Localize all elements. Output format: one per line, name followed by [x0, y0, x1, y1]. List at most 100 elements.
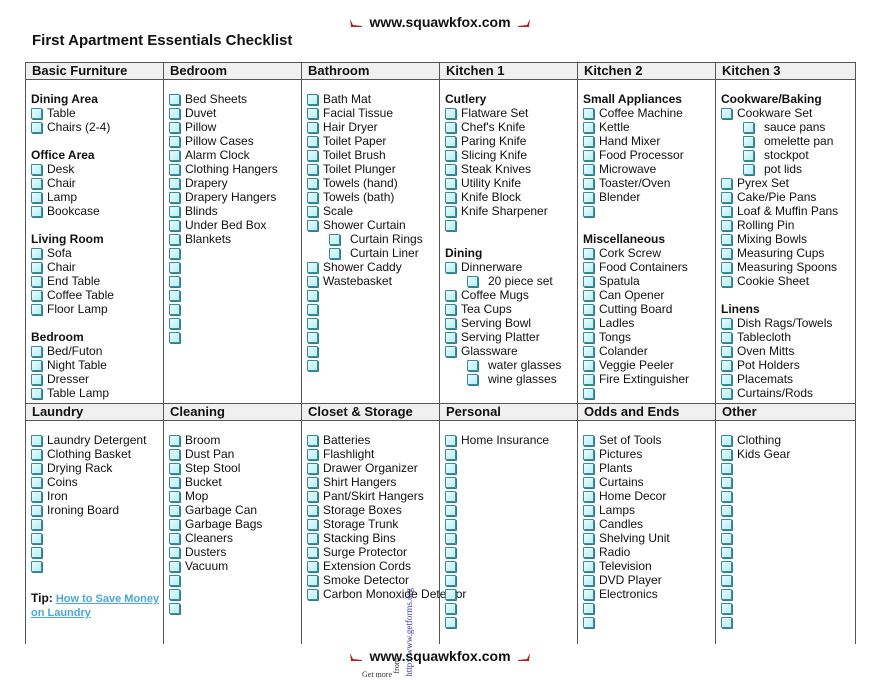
checkbox-icon[interactable]: [583, 191, 594, 203]
checkbox-icon[interactable]: [307, 546, 318, 558]
checklist-item[interactable]: Kettle: [583, 120, 715, 134]
checkbox-icon[interactable]: [307, 317, 318, 329]
checkbox-icon[interactable]: [721, 434, 732, 446]
checklist-item[interactable]: Pyrex Set: [721, 176, 855, 190]
checkbox-icon[interactable]: [169, 247, 180, 259]
checklist-item[interactable]: [721, 461, 855, 475]
checkbox-icon[interactable]: [31, 434, 42, 446]
checklist-item[interactable]: Tea Cups: [445, 302, 577, 316]
checkbox-icon[interactable]: [169, 490, 180, 502]
checkbox-icon[interactable]: [743, 121, 754, 133]
checkbox-icon[interactable]: [583, 163, 594, 175]
checkbox-icon[interactable]: [169, 560, 180, 572]
checkbox-icon[interactable]: [31, 191, 42, 203]
checklist-item[interactable]: Paring Knife: [445, 134, 577, 148]
checklist-item[interactable]: Tablecloth: [721, 330, 855, 344]
checkbox-icon[interactable]: [307, 462, 318, 474]
checklist-item[interactable]: Night Table: [31, 358, 163, 372]
checkbox-icon[interactable]: [169, 261, 180, 273]
checkbox-icon[interactable]: [31, 205, 42, 217]
checkbox-icon[interactable]: [583, 303, 594, 315]
checklist-item[interactable]: [721, 601, 855, 615]
checklist-item[interactable]: Bucket: [169, 475, 301, 489]
checkbox-icon[interactable]: [169, 317, 180, 329]
checklist-item[interactable]: Extension Cords: [307, 559, 439, 573]
checklist-item[interactable]: Batteries: [307, 433, 439, 447]
checkbox-icon[interactable]: [445, 588, 456, 600]
checklist-item[interactable]: Kids Gear: [721, 447, 855, 461]
checklist-item[interactable]: [445, 601, 577, 615]
checkbox-icon[interactable]: [445, 317, 456, 329]
checklist-item[interactable]: Alarm Clock: [169, 148, 301, 162]
checkbox-icon[interactable]: [721, 247, 732, 259]
checkbox-icon[interactable]: [743, 149, 754, 161]
checklist-item[interactable]: Cork Screw: [583, 246, 715, 260]
checkbox-icon[interactable]: [445, 149, 456, 161]
checklist-item[interactable]: [721, 517, 855, 531]
checkbox-icon[interactable]: [307, 121, 318, 133]
checkbox-icon[interactable]: [169, 219, 180, 231]
checklist-item[interactable]: Chef's Knife: [445, 120, 577, 134]
checklist-item[interactable]: Shower Curtain: [307, 218, 439, 232]
checklist-item[interactable]: Pillow Cases: [169, 134, 301, 148]
checklist-item[interactable]: [445, 218, 577, 232]
checkbox-icon[interactable]: [169, 588, 180, 600]
checkbox-icon[interactable]: [721, 476, 732, 488]
checklist-item[interactable]: Hair Dryer: [307, 120, 439, 134]
checklist-item[interactable]: Duvet: [169, 106, 301, 120]
checklist-item[interactable]: Towels (bath): [307, 190, 439, 204]
checkbox-icon[interactable]: [31, 177, 42, 189]
checklist-item[interactable]: wine glasses: [445, 372, 577, 386]
checklist-item[interactable]: [169, 260, 301, 274]
checkbox-icon[interactable]: [445, 518, 456, 530]
checkbox-icon[interactable]: [445, 462, 456, 474]
checklist-item[interactable]: Pant/Skirt Hangers: [307, 489, 439, 503]
checkbox-icon[interactable]: [583, 275, 594, 287]
checkbox-icon[interactable]: [445, 289, 456, 301]
checkbox-icon[interactable]: [307, 518, 318, 530]
checkbox-icon[interactable]: [169, 135, 180, 147]
checkbox-icon[interactable]: [583, 317, 594, 329]
checklist-item[interactable]: Shirt Hangers: [307, 475, 439, 489]
checkbox-icon[interactable]: [307, 205, 318, 217]
checkbox-icon[interactable]: [583, 560, 594, 572]
checklist-item[interactable]: [169, 274, 301, 288]
checkbox-icon[interactable]: [721, 574, 732, 586]
checklist-item[interactable]: Serving Platter: [445, 330, 577, 344]
checklist-item[interactable]: [445, 489, 577, 503]
checkbox-icon[interactable]: [31, 546, 42, 558]
checklist-item[interactable]: Floor Lamp: [31, 302, 163, 316]
checklist-item[interactable]: Coffee Machine: [583, 106, 715, 120]
checkbox-icon[interactable]: [445, 107, 456, 119]
checklist-item[interactable]: Coins: [31, 475, 163, 489]
checkbox-icon[interactable]: [31, 448, 42, 460]
checklist-item[interactable]: [445, 615, 577, 629]
checklist-item[interactable]: Colander: [583, 344, 715, 358]
checkbox-icon[interactable]: [31, 275, 42, 287]
checklist-item[interactable]: Sofa: [31, 246, 163, 260]
checkbox-icon[interactable]: [583, 177, 594, 189]
checkbox-icon[interactable]: [721, 616, 732, 628]
checklist-item[interactable]: Ladles: [583, 316, 715, 330]
checkbox-icon[interactable]: [169, 434, 180, 446]
checklist-item[interactable]: End Table: [31, 274, 163, 288]
checkbox-icon[interactable]: [583, 602, 594, 614]
checkbox-icon[interactable]: [307, 476, 318, 488]
checklist-item[interactable]: Food Processor: [583, 148, 715, 162]
checkbox-icon[interactable]: [721, 219, 732, 231]
checkbox-icon[interactable]: [31, 303, 42, 315]
checkbox-icon[interactable]: [721, 546, 732, 558]
checkbox-icon[interactable]: [307, 448, 318, 460]
checklist-item[interactable]: Drapery: [169, 176, 301, 190]
checklist-item[interactable]: [721, 545, 855, 559]
checklist-item[interactable]: [721, 475, 855, 489]
checkbox-icon[interactable]: [307, 574, 318, 586]
checkbox-icon[interactable]: [445, 261, 456, 273]
checklist-item[interactable]: Drawer Organizer: [307, 461, 439, 475]
checklist-item[interactable]: Spatula: [583, 274, 715, 288]
checklist-item[interactable]: Shelving Unit: [583, 531, 715, 545]
checkbox-icon[interactable]: [721, 345, 732, 357]
checklist-item[interactable]: [583, 601, 715, 615]
checklist-item[interactable]: [169, 587, 301, 601]
checklist-item[interactable]: Pillow: [169, 120, 301, 134]
